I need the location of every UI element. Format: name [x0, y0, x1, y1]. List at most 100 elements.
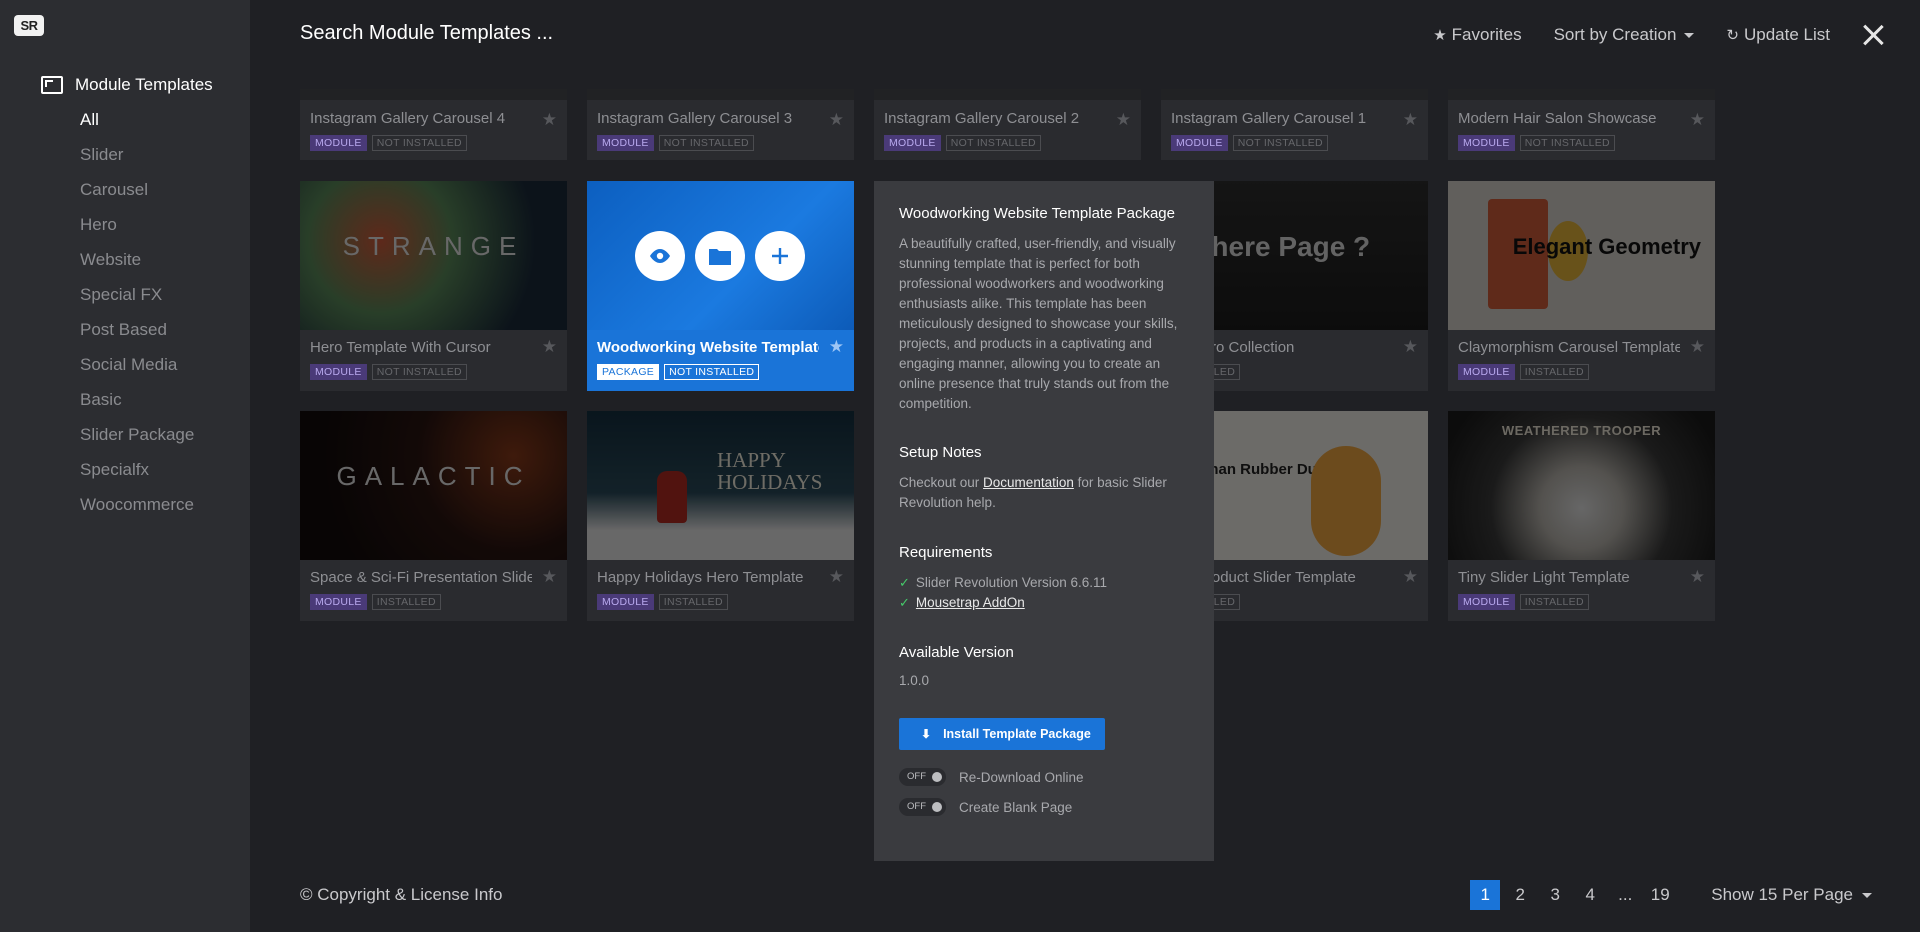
redownload-toggle[interactable]: OFF — [899, 768, 946, 786]
toolbar: ★ Favorites Sort by Creation ↻ Update Li… — [1433, 22, 1920, 48]
favorite-star-icon[interactable]: ★ — [829, 110, 844, 130]
template-title: Instagram Gallery Carousel 3 — [597, 110, 793, 127]
module-templates-icon — [41, 76, 63, 94]
favorite-star-icon[interactable]: ★ — [542, 110, 557, 130]
status-badge: NOT INSTALLED — [658, 135, 754, 151]
page-button[interactable]: 2 — [1505, 880, 1535, 910]
template-card[interactable]: Elegant Geometry Claymorphism Carousel T… — [1448, 181, 1715, 391]
template-card[interactable]: Instagram Gallery Carousel 1 ★ MODULE NOT… — [1161, 89, 1428, 160]
template-card[interactable]: Instagram Gallery Carousel 3 ★ MODULE NOT… — [587, 89, 854, 160]
page-button[interactable]: 1 — [1470, 880, 1501, 910]
template-title: Modern Hair Salon Showcase — [1458, 110, 1657, 127]
favorite-star-icon[interactable]: ★ — [829, 567, 844, 587]
details-title: Woodworking Website Template Package — [899, 205, 1175, 222]
template-title: Space & Sci-Fi Presentation Slider — [310, 569, 532, 586]
favorite-star-icon[interactable]: ★ — [1690, 110, 1705, 130]
available-version: 1.0.0 — [899, 673, 930, 688]
documentation-link[interactable]: Documentation — [983, 475, 1074, 490]
template-card[interactable]: Instagram Gallery Carousel 2 ★ MODULE NOT… — [874, 89, 1141, 160]
install-label: Install Template Package — [943, 727, 1091, 741]
type-badge: PACKAGE — [597, 364, 660, 380]
toggle-knob — [932, 802, 942, 812]
requirement-item: ✓ Mousetrap AddOn — [899, 593, 1189, 613]
thumbnail-shape — [1311, 446, 1381, 556]
template-card[interactable]: STRANGE Hero Template With Cursor ★ MODU… — [300, 181, 567, 391]
status-badge: INSTALLED — [658, 594, 728, 610]
update-list-button[interactable]: ↻ Update List — [1726, 25, 1830, 45]
folder-icon — [709, 249, 731, 265]
template-title: Claymorphism Carousel Template — [1458, 339, 1680, 356]
close-icon[interactable] — [1862, 24, 1884, 46]
thumbnail-shape — [657, 471, 687, 523]
sidebar-item-social-media[interactable]: Social Media — [80, 353, 194, 388]
template-thumbnail — [587, 89, 854, 100]
toggle-knob — [932, 772, 942, 782]
template-card[interactable]: WEATHERED TROOPER Tiny Slider Light Temp… — [1448, 411, 1715, 621]
sort-label: Sort by Creation — [1553, 25, 1677, 44]
thumbnail-art-text: Elegant Geometry — [1512, 234, 1701, 259]
template-card[interactable]: Modern Hair Salon Showcase ★ MODULE NOT I… — [1448, 89, 1715, 160]
template-title: Instagram Gallery Carousel 1 — [1171, 110, 1367, 127]
page-button[interactable]: 4 — [1575, 880, 1605, 910]
favorite-star-icon[interactable]: ★ — [1403, 110, 1418, 130]
sidebar-item-woocommerce[interactable]: Woocommerce — [80, 493, 194, 528]
install-template-package-button[interactable]: ⬇ Install Template Package — [899, 718, 1105, 750]
category-list: All Slider Carousel Hero Website Special… — [80, 108, 194, 528]
favorite-star-icon[interactable]: ★ — [542, 567, 557, 587]
sidebar-item-post-based[interactable]: Post Based — [80, 318, 194, 353]
sidebar-item-slider-package[interactable]: Slider Package — [80, 423, 194, 458]
template-card-selected[interactable]: Woodworking Website Template ★ PACKAGE NO… — [587, 181, 854, 391]
page-button[interactable]: 3 — [1540, 880, 1570, 910]
favorite-star-icon[interactable]: ★ — [1403, 567, 1418, 587]
favorite-star-icon[interactable]: ★ — [1690, 567, 1705, 587]
sidebar-item-specialfx[interactable]: Specialfx — [80, 458, 194, 493]
preview-button[interactable] — [635, 231, 685, 281]
eye-icon — [650, 249, 670, 263]
sidebar-item-website[interactable]: Website — [80, 248, 194, 283]
template-card[interactable]: HAPPY HOLIDAYS Happy Holidays Hero Templ… — [587, 411, 854, 621]
status-badge: NOT INSTALLED — [371, 364, 467, 380]
thumbnail-art-text: HAPPY HOLIDAYS — [717, 448, 823, 494]
sort-dropdown[interactable]: Sort by Creation — [1554, 25, 1695, 45]
mousetrap-addon-link[interactable]: Mousetrap AddOn — [916, 593, 1025, 613]
status-badge: NOT INSTALLED — [1519, 135, 1615, 151]
favorite-star-icon[interactable]: ★ — [1690, 337, 1705, 357]
sidebar-item-hero[interactable]: Hero — [80, 213, 194, 248]
blank-page-toggle-row: OFF Create Blank Page — [899, 798, 1189, 816]
add-button[interactable] — [755, 231, 805, 281]
template-title: Instagram Gallery Carousel 4 — [310, 110, 506, 127]
favorite-star-icon[interactable]: ★ — [829, 337, 844, 357]
folder-button[interactable] — [695, 231, 745, 281]
template-card[interactable]: GALACTIC Space & Sci-Fi Presentation Sli… — [300, 411, 567, 621]
sidebar: SR Module Templates All Slider Carousel … — [0, 0, 250, 932]
template-thumbnail — [300, 89, 567, 100]
per-page-dropdown[interactable]: Show 15 Per Page — [1711, 885, 1872, 905]
sidebar-item-all[interactable]: All — [80, 108, 194, 143]
favorites-button[interactable]: ★ Favorites — [1433, 25, 1521, 45]
refresh-icon: ↻ — [1726, 27, 1739, 44]
setup-notes-heading: Setup Notes — [899, 444, 982, 461]
logo: SR — [14, 15, 44, 36]
blank-page-label: Create Blank Page — [959, 799, 1073, 815]
favorite-star-icon[interactable]: ★ — [1116, 110, 1131, 130]
sidebar-header: Module Templates — [41, 75, 213, 95]
type-badge: MODULE — [310, 594, 367, 610]
template-card[interactable]: Instagram Gallery Carousel 4 ★ MODULE NOT… — [300, 89, 567, 160]
sidebar-item-slider[interactable]: Slider — [80, 143, 194, 178]
template-thumbnail: Elegant Geometry — [1448, 181, 1715, 330]
sidebar-title: Module Templates — [75, 75, 213, 94]
search-input[interactable]: Search Module Templates ... — [300, 22, 553, 45]
page-button[interactable]: 19 — [1645, 880, 1675, 910]
favorite-star-icon[interactable]: ★ — [542, 337, 557, 357]
redownload-toggle-row: OFF Re-Download Online — [899, 768, 1189, 786]
favorites-label: Favorites — [1451, 25, 1522, 44]
blank-page-toggle[interactable]: OFF — [899, 798, 946, 816]
template-title: Woodworking Website Template — [597, 339, 819, 356]
sidebar-item-carousel[interactable]: Carousel — [80, 178, 194, 213]
favorite-star-icon[interactable]: ★ — [1403, 337, 1418, 357]
status-badge: INSTALLED — [1519, 364, 1589, 380]
sidebar-item-special-fx[interactable]: Special FX — [80, 283, 194, 318]
sidebar-item-basic[interactable]: Basic — [80, 388, 194, 423]
copyright-link[interactable]: © Copyright & License Info — [300, 885, 502, 905]
chevron-down-icon — [1862, 892, 1872, 898]
